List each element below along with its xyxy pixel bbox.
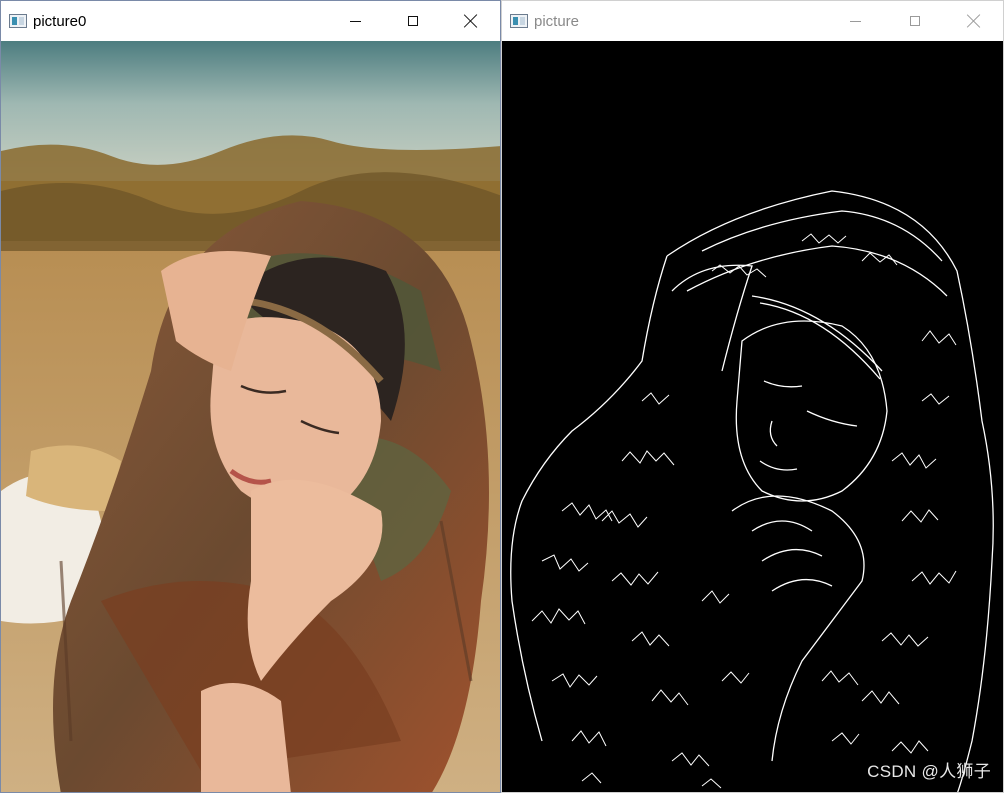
window-controls (326, 1, 500, 41)
photo-image (1, 41, 500, 792)
picture-window[interactable]: picture CSDN @人狮子 (501, 0, 1004, 793)
title-bar[interactable]: picture0 (1, 1, 500, 41)
picture0-window[interactable]: picture0 (0, 0, 501, 793)
app-icon (510, 14, 528, 28)
window-controls (826, 1, 1003, 41)
close-button[interactable] (442, 1, 500, 41)
title-bar[interactable]: picture (502, 1, 1003, 42)
app-icon (9, 14, 27, 28)
minimize-button[interactable] (826, 1, 885, 41)
close-icon (464, 14, 478, 28)
maximize-button[interactable] (384, 1, 442, 41)
close-icon (967, 14, 981, 28)
minimize-button[interactable] (326, 1, 384, 41)
photo-canvas (1, 41, 500, 792)
edge-image (510, 190, 994, 792)
window-title: picture (534, 12, 580, 30)
maximize-button[interactable] (885, 1, 944, 41)
maximize-icon (909, 16, 920, 26)
watermark: CSDN @人狮子 (867, 762, 991, 781)
minimize-icon (850, 20, 861, 22)
minimize-icon (349, 20, 361, 22)
maximize-icon (408, 16, 418, 26)
edge-canvas: CSDN @人狮子 (502, 41, 1003, 792)
window-title: picture0 (33, 12, 87, 30)
close-button[interactable] (944, 1, 1003, 41)
